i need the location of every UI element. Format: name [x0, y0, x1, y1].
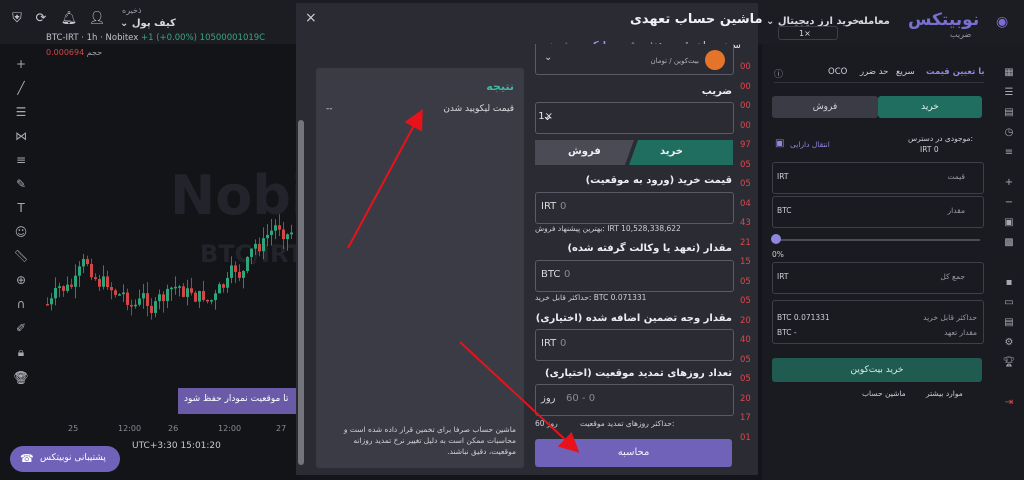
- arrow-to-result: [347, 109, 423, 249]
- annotation-arrows: [347, 109, 580, 453]
- arrow-to-calculate: [459, 341, 580, 453]
